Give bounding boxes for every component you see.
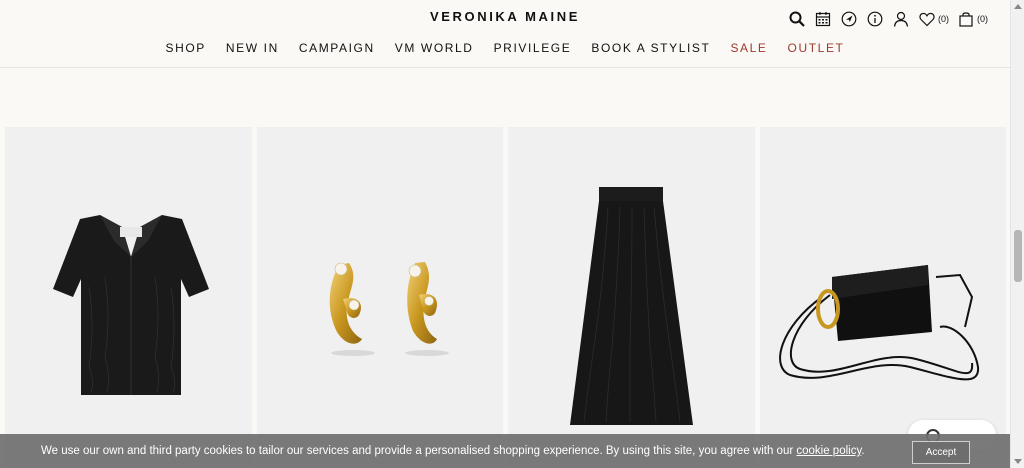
nav-privilege[interactable]: PRIVILEGE: [494, 41, 572, 55]
header-icons: (0) (0): [788, 10, 988, 28]
bag-count: (0): [977, 14, 988, 24]
nav-outlet[interactable]: OUTLET: [788, 41, 845, 55]
nav-vm-world[interactable]: VM WORLD: [395, 41, 474, 55]
nav-sale[interactable]: SALE: [730, 41, 767, 55]
shopping-bag-icon[interactable]: [957, 10, 975, 28]
black-textured-midi-skirt-image: [570, 187, 693, 425]
scroll-up-arrow-icon[interactable]: [1014, 4, 1022, 9]
cookie-message: We use our own and third party cookies t…: [41, 445, 865, 457]
cookie-policy-link[interactable]: cookie policy: [796, 445, 861, 457]
nav-shop[interactable]: SHOP: [165, 41, 205, 55]
wishlist-heart-icon[interactable]: [918, 10, 936, 28]
site-header: VERONIKA MAINE (0) (0) SHOP NEW IN CAMPA…: [0, 0, 1010, 68]
page-scrollbar[interactable]: [1010, 0, 1024, 468]
account-icon[interactable]: [892, 10, 910, 28]
product-grid: [5, 127, 1006, 468]
nav-book-a-stylist[interactable]: BOOK A STYLIST: [591, 41, 710, 55]
accept-cookies-button[interactable]: Accept: [912, 441, 970, 464]
calendar-icon[interactable]: [814, 10, 832, 28]
gold-pearl-hoop-earrings-image: [329, 262, 449, 356]
main-nav: SHOP NEW IN CAMPAIGN VM WORLD PRIVILEGE …: [0, 41, 1010, 55]
product-card[interactable]: [256, 127, 503, 468]
cookie-banner: We use our own and third party cookies t…: [0, 434, 1010, 468]
scrollbar-thumb[interactable]: [1014, 230, 1022, 282]
search-icon[interactable]: [788, 10, 806, 28]
location-icon[interactable]: [840, 10, 858, 28]
product-card[interactable]: [5, 127, 252, 468]
cookie-suffix: .: [861, 445, 865, 457]
nav-new-in[interactable]: NEW IN: [226, 41, 279, 55]
scroll-down-arrow-icon[interactable]: [1014, 459, 1022, 464]
product-card[interactable]: [759, 127, 1006, 468]
product-card[interactable]: [508, 127, 755, 468]
black-leather-crossbody-bag-image: [778, 265, 979, 381]
nav-campaign[interactable]: CAMPAIGN: [299, 41, 375, 55]
black-short-sleeve-shirt-image: [53, 215, 209, 395]
info-icon[interactable]: [866, 10, 884, 28]
cookie-text: We use our own and third party cookies t…: [41, 445, 797, 457]
wishlist-count: (0): [938, 14, 949, 24]
